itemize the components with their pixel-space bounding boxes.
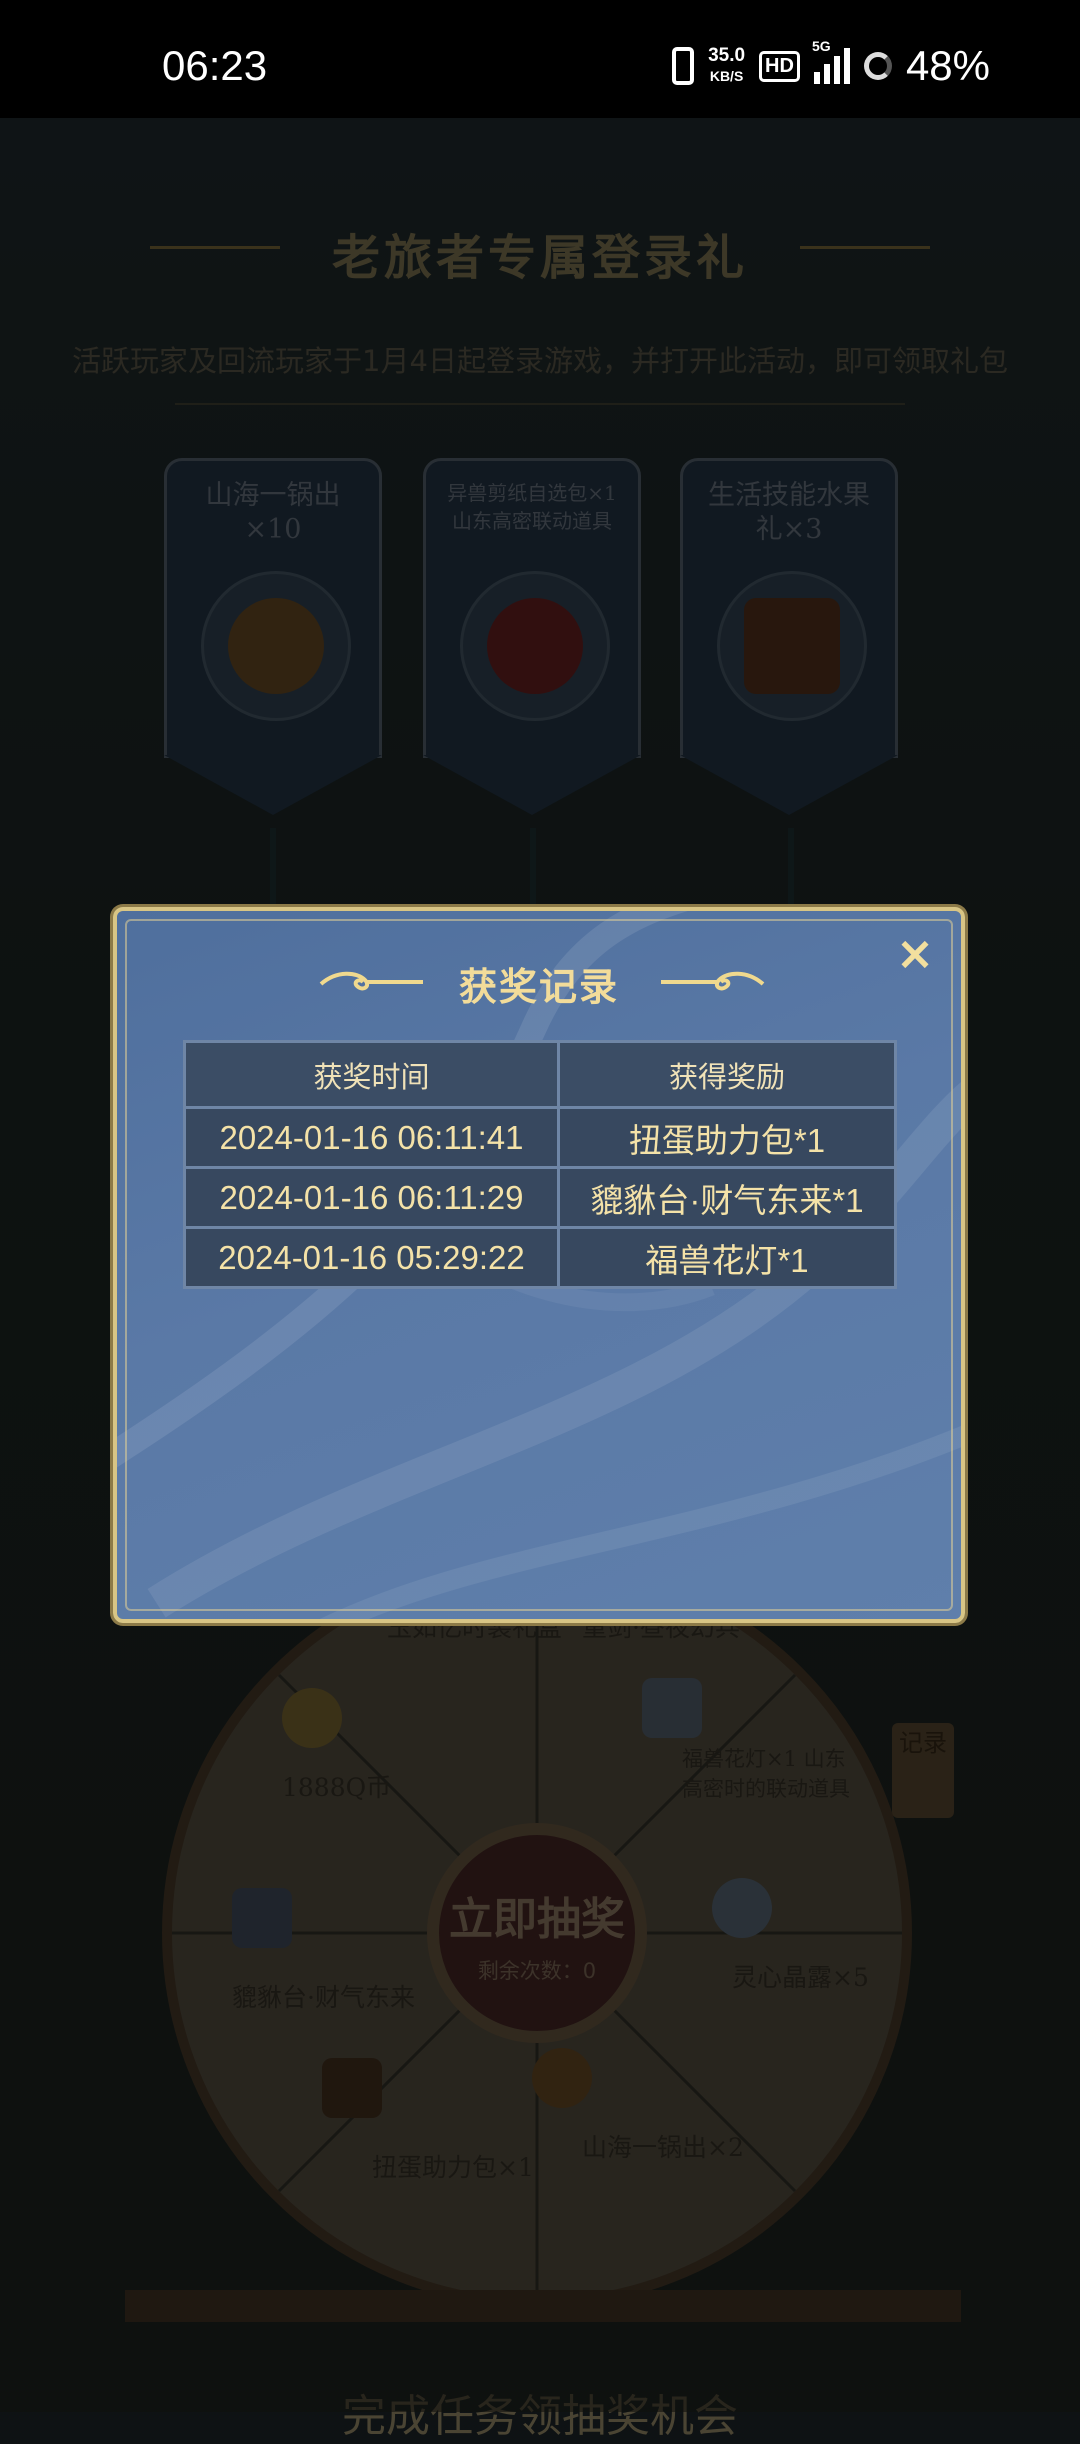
prize-record-modal: 获奖记录 × 获奖时间 获得奖励 2024-01-16 06:11:41 扭蛋助… [113,907,965,1623]
title-ornament-right-icon [661,971,765,991]
battery-ring-icon [863,52,892,80]
record-reward: 福兽花灯*1 [557,1226,897,1289]
network-type: 5G [811,38,831,54]
table-row: 2024-01-16 05:29:22 福兽花灯*1 [183,1226,897,1289]
modal-title: 获奖记录 [458,964,619,1009]
signal-5g-icon: 5G [812,38,850,84]
record-time: 2024-01-16 06:11:41 [183,1106,560,1169]
table-row: 2024-01-16 06:11:29 貔貅台·财气东来*1 [183,1166,897,1229]
network-speed-value: 35.0 [708,45,746,66]
status-time: 06:23 [162,42,268,89]
vibrate-icon [672,47,695,85]
column-header-time: 获奖时间 [183,1040,560,1109]
close-button[interactable]: × [893,930,937,976]
prize-record-table: 获奖时间 获得奖励 2024-01-16 06:11:41 扭蛋助力包*1 20… [183,1040,897,1289]
record-time: 2024-01-16 05:29:22 [183,1226,560,1289]
network-speed: 35.0 KB/S [708,46,745,86]
hd-icon: HD [759,50,800,82]
status-bar: 06:23 35.0 KB/S HD 5G 48% [0,0,1080,118]
table-row: 2024-01-16 06:11:41 扭蛋助力包*1 [183,1106,897,1169]
record-reward: 貔貅台·财气东来*1 [557,1166,897,1229]
network-speed-unit: KB/S [709,68,744,84]
record-reward: 扭蛋助力包*1 [557,1106,897,1169]
status-icons: 35.0 KB/S HD 5G 48% [672,38,990,90]
battery-percent: 48% [905,42,990,89]
record-time: 2024-01-16 06:11:29 [183,1166,560,1229]
table-header-row: 获奖时间 获得奖励 [183,1040,897,1109]
column-header-reward: 获得奖励 [557,1040,897,1109]
